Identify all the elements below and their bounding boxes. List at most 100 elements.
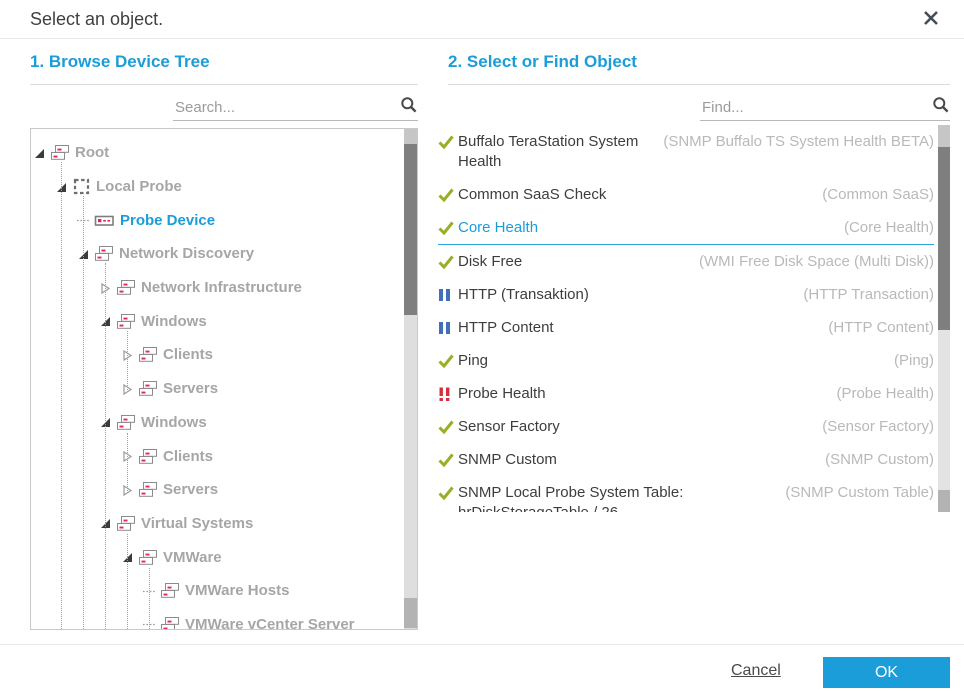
group-icon — [160, 616, 180, 629]
tree-item-label: Clients — [163, 448, 213, 465]
object-type: (HTTP Transaction) — [793, 285, 934, 305]
object-name: SNMP Local Probe System Table: hrDiskSto… — [458, 483, 775, 513]
tree-item-label: Servers — [163, 481, 218, 498]
tree-guide-line — [127, 433, 128, 491]
tree-item-servers[interactable]: Servers — [31, 473, 404, 507]
object-type: (Sensor Factory) — [812, 417, 934, 437]
tree-guide-line — [83, 196, 84, 629]
object-item-core-health[interactable]: Core Health(Core Health) — [438, 211, 934, 245]
ok-icon — [438, 254, 454, 270]
object-name: Common SaaS Check — [458, 185, 606, 205]
tree-item-network-discovery[interactable]: Network Discovery — [31, 237, 404, 271]
collapse-toggle-icon[interactable] — [32, 146, 46, 160]
search-input[interactable] — [173, 98, 396, 117]
object-item-buffalo-terastation-system-health[interactable]: Buffalo TeraStation System Health(SNMP B… — [438, 125, 934, 178]
object-name: HTTP (Transaktion) — [458, 285, 589, 305]
dialog-title: Select an object. — [30, 9, 163, 30]
browse-device-tree-heading: 1. Browse Device Tree — [30, 52, 418, 85]
tree-item-label: Network Infrastructure — [141, 279, 302, 296]
tree-item-local-probe[interactable]: Local Probe — [31, 170, 404, 204]
find-field — [700, 94, 950, 121]
tree-item-clients[interactable]: Clients — [31, 439, 404, 473]
tree-item-servers[interactable]: Servers — [31, 372, 404, 406]
tree-item-network-infrastructure[interactable]: Network Infrastructure — [31, 271, 404, 305]
object-item-ping[interactable]: Ping (Ping) — [438, 344, 934, 377]
tree-guide-line — [127, 331, 128, 390]
header-divider — [0, 38, 964, 39]
object-item-sensor-factory[interactable]: Sensor Factory(Sensor Factory) — [438, 410, 934, 443]
tree-item-windows[interactable]: Windows — [31, 406, 404, 440]
object-type: (Probe Health) — [826, 384, 934, 404]
group-icon — [116, 279, 136, 296]
object-name: SNMP Custom — [458, 450, 557, 470]
tree-item-label: VMWare vCenter Server — [185, 616, 355, 629]
find-input[interactable] — [700, 98, 928, 117]
tree-item-vmware-hosts[interactable]: VMWare Hosts — [31, 574, 404, 608]
object-type: (Common SaaS) — [812, 185, 934, 205]
search-field — [173, 94, 418, 121]
device-icon — [94, 212, 115, 229]
tree-item-label: Local Probe — [96, 178, 182, 195]
tree-item-clients[interactable]: Clients — [31, 338, 404, 372]
tree-scrollbar-thumb[interactable] — [404, 144, 417, 315]
tree-guide-line — [127, 534, 128, 629]
tree-item-vmware-vcenter-server[interactable]: VMWare vCenter Server — [31, 608, 404, 629]
object-item-snmp-local-probe-system-table-hrdiskstoragetable-26[interactable]: SNMP Local Probe System Table: hrDiskSto… — [438, 476, 934, 512]
select-object-heading: 2. Select or Find Object — [448, 52, 950, 85]
object-item-disk-free[interactable]: Disk Free(WMI Free Disk Space (Multi Dis… — [438, 245, 934, 278]
tree-item-label: Windows — [141, 313, 207, 330]
group-icon — [138, 346, 158, 363]
ok-icon — [438, 134, 454, 150]
device-tree: Root Local Probe Probe Device Network Disco… — [31, 129, 404, 629]
list-scrollbar-thumb[interactable] — [938, 147, 950, 330]
object-item-http-transaktion[interactable]: HTTP (Transaktion) (HTTP Transaction) — [438, 278, 934, 311]
tree-item-virtual-systems[interactable]: Virtual Systems — [31, 507, 404, 541]
tree-item-windows[interactable]: Windows — [31, 304, 404, 338]
object-list: Buffalo TeraStation System Health(SNMP B… — [438, 125, 934, 512]
tree-item-label: VMWare Hosts — [185, 582, 289, 599]
object-name: HTTP Content — [458, 318, 554, 338]
list-scrollbar[interactable] — [938, 125, 950, 512]
paused-icon — [438, 287, 454, 303]
tree-guide-line — [149, 568, 150, 629]
group-icon — [138, 549, 158, 566]
object-item-probe-health[interactable]: Probe Health(Probe Health) — [438, 377, 934, 410]
ok-button[interactable]: OK — [823, 657, 950, 688]
cancel-button[interactable]: Cancel — [731, 662, 781, 680]
object-name: Ping — [458, 351, 488, 371]
object-name: Buffalo TeraStation System Health — [458, 132, 653, 172]
tree-item-root[interactable]: Root — [31, 136, 404, 170]
close-icon[interactable] — [922, 9, 940, 27]
footer-divider — [0, 644, 964, 645]
tree-item-label: Network Discovery — [119, 245, 254, 262]
object-type: (SNMP Custom) — [815, 450, 934, 470]
tree-item-label: VMWare — [163, 549, 222, 566]
object-type: (SNMP Buffalo TS System Health BETA) — [653, 132, 934, 152]
tree-scrollbar[interactable] — [404, 129, 417, 629]
tree-guide-line — [61, 162, 62, 629]
search-icon[interactable] — [400, 96, 418, 119]
group-icon — [116, 313, 136, 330]
object-item-snmp-custom[interactable]: SNMP Custom (SNMP Custom) — [438, 443, 934, 476]
object-name: Core Health — [458, 218, 538, 238]
object-item-common-saas-check[interactable]: Common SaaS Check (Common SaaS) — [438, 178, 934, 211]
find-icon[interactable] — [932, 96, 950, 119]
object-list-wrap: Buffalo TeraStation System Health(SNMP B… — [438, 125, 950, 512]
object-type: (Ping) — [884, 351, 934, 371]
group-icon — [138, 380, 158, 397]
object-item-http-content[interactable]: HTTP Content(HTTP Content) — [438, 311, 934, 344]
group-icon — [116, 414, 136, 431]
group-icon — [138, 481, 158, 498]
tree-item-vmware[interactable]: VMWare — [31, 540, 404, 574]
tree-item-label: Probe Device — [120, 212, 215, 229]
group-icon — [138, 448, 158, 465]
tree-item-label: Root — [75, 144, 109, 161]
group-icon — [94, 245, 114, 262]
paused-icon — [438, 320, 454, 336]
tree-guide-line — [105, 263, 106, 629]
group-icon — [50, 144, 70, 161]
tree-item-probe-device[interactable]: Probe Device — [31, 203, 404, 237]
device-tree-box: Root Local Probe Probe Device Network Disco… — [30, 128, 418, 630]
ok-icon — [438, 187, 454, 203]
object-type: (SNMP Custom Table) — [775, 483, 934, 503]
